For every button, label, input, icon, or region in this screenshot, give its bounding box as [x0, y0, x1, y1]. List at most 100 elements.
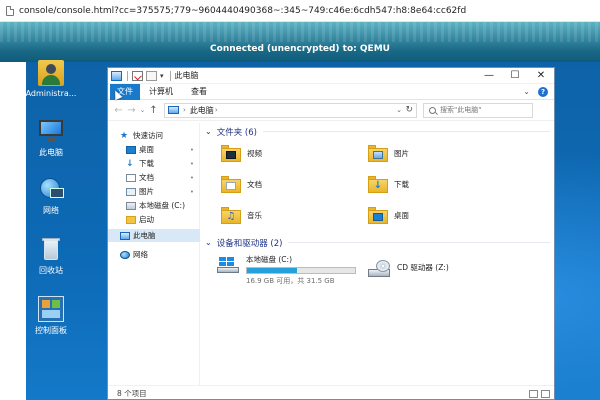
page-icon: [6, 5, 14, 16]
desktop-icon-label: 回收站: [39, 266, 63, 275]
desktop-icon: [126, 145, 136, 154]
tab-computer[interactable]: 计算机: [140, 84, 182, 100]
nav-item-label: 此电脑: [133, 231, 156, 240]
nav-item-pictures[interactable]: 图片 •: [108, 185, 200, 198]
browser-url[interactable]: console/console.html?cc=375575;779~96044…: [19, 6, 466, 16]
nav-item-quick-access[interactable]: ★ 快速访问: [108, 129, 200, 142]
network-icon: [120, 250, 130, 259]
properties-icon[interactable]: [132, 70, 143, 81]
nav-item-label: 文档: [139, 173, 154, 182]
folder-label: 文档: [247, 180, 262, 189]
nav-item-label: 桌面: [139, 145, 154, 154]
desktop-icon-recycle-bin[interactable]: 回收站: [19, 236, 83, 276]
nav-item-local-disk[interactable]: 本地磁盘 (C:): [108, 199, 200, 212]
browser-address-bar[interactable]: console/console.html?cc=375575;779~96044…: [0, 0, 600, 22]
large-icons-view-icon[interactable]: [541, 389, 550, 398]
minimize-button[interactable]: —: [476, 68, 502, 84]
tab-view[interactable]: 查看: [182, 84, 216, 100]
this-pc-icon: [38, 118, 64, 144]
breadcrumb-separator-icon[interactable]: ›: [183, 106, 186, 114]
control-panel-icon: [38, 296, 64, 322]
navigation-bar: ← → ⌄ ↑ › 此电脑 › ⌄ ↻ 搜索"此电脑": [108, 100, 554, 121]
group-header-folders[interactable]: ⌄ 文件夹 (6): [205, 125, 550, 138]
desktop-icon-this-pc[interactable]: 此电脑: [19, 118, 83, 158]
folder-icon: [126, 215, 136, 224]
collapse-chevron-icon[interactable]: ⌄: [205, 127, 212, 136]
nav-item-label: 本地磁盘 (C:): [139, 201, 185, 210]
folder-label: 视频: [247, 149, 262, 158]
downloads-folder-icon: ↓: [368, 176, 388, 193]
recent-locations-icon[interactable]: ⌄: [138, 106, 147, 114]
desktop-icon-label: Administra...: [25, 89, 77, 98]
vnc-status-bar: Connected (unencrypted) to: QEMU: [0, 22, 600, 62]
back-button[interactable]: ←: [112, 105, 125, 116]
group-header-devices[interactable]: ⌄ 设备和驱动器 (2): [205, 236, 550, 249]
pin-icon[interactable]: •: [190, 188, 194, 196]
details-view-icon[interactable]: [529, 389, 538, 398]
search-input[interactable]: 搜索"此电脑": [423, 102, 533, 118]
address-dropdown-icon[interactable]: ⌄: [396, 106, 402, 114]
nav-item-desktop[interactable]: 桌面 •: [108, 143, 200, 156]
nav-item-label: 下载: [139, 159, 154, 168]
folder-item-videos[interactable]: 视频: [221, 145, 262, 162]
up-button[interactable]: ↑: [147, 105, 160, 116]
forward-button[interactable]: →: [125, 105, 138, 116]
item-count: 8 个项目: [117, 389, 147, 398]
nav-item-label: 快速访问: [133, 131, 163, 140]
search-placeholder: 搜索"此电脑": [440, 106, 482, 114]
window-titlebar[interactable]: ▾ 此电脑 — ☐ ✕: [108, 68, 554, 84]
help-icon[interactable]: ?: [538, 86, 548, 97]
folder-item-music[interactable]: ♫ 音乐: [221, 207, 262, 224]
document-icon: [126, 173, 136, 182]
folder-item-pictures[interactable]: 图片: [368, 145, 409, 162]
this-pc-icon: [111, 70, 122, 81]
vnc-connection-status: Connected (unencrypted) to: QEMU: [210, 44, 390, 54]
desktop-icon-control-panel[interactable]: 控制面板: [19, 296, 83, 336]
folder-item-downloads[interactable]: ↓ 下载: [368, 176, 409, 193]
group-title: 文件夹 (6): [216, 127, 257, 138]
file-explorer-window[interactable]: ▾ 此电脑 — ☐ ✕ 文件 计算机 查看 ⌄ ? ← → ⌄ ↑ › 此电脑 …: [107, 67, 555, 400]
nav-item-label: 图片: [139, 187, 154, 196]
expand-ribbon-icon[interactable]: ⌄: [523, 87, 530, 96]
folder-item-documents[interactable]: 文档: [221, 176, 262, 193]
window-title: 此电脑: [174, 71, 199, 80]
collapse-chevron-icon[interactable]: ⌄: [205, 238, 212, 247]
drive-label: 本地磁盘 (C:): [246, 255, 292, 264]
group-divider: [288, 242, 550, 243]
nav-item-label: 网络: [133, 250, 148, 259]
desktop-icon-administrator[interactable]: Administra...: [19, 60, 83, 98]
ribbon-tabs: 文件 计算机 查看 ⌄ ?: [108, 83, 554, 100]
cd-drive-icon: [368, 259, 392, 279]
breadcrumb-separator-icon[interactable]: ›: [215, 106, 218, 114]
group-divider: [262, 131, 550, 132]
desktop-left-margin: [0, 62, 26, 400]
close-button[interactable]: ✕: [528, 68, 554, 84]
folder-item-desktop[interactable]: 桌面: [368, 207, 409, 224]
desktop-folder-icon: [368, 207, 388, 224]
customize-toolbar-icon[interactable]: ▾: [160, 72, 164, 80]
refresh-icon[interactable]: ↻: [405, 105, 413, 115]
navigation-pane[interactable]: ★ 快速访问 桌面 • ↓ 下载 • 文档 • 图片 • 本地磁盘 (C:) 启…: [108, 123, 200, 385]
maximize-button[interactable]: ☐: [502, 68, 528, 84]
breadcrumb-this-pc[interactable]: 此电脑: [190, 105, 214, 116]
recycle-bin-icon: [38, 236, 64, 262]
nav-item-label: 启动: [139, 215, 154, 224]
nav-item-documents[interactable]: 文档 •: [108, 171, 200, 184]
desktop-icon-network[interactable]: 网络: [19, 176, 83, 216]
content-pane[interactable]: ⌄ 文件夹 (6) 视频 图片 文档 ↓ 下载 ♫ 音乐 桌面 ⌄ 设备和驱动器…: [201, 123, 554, 385]
vnc-band-texture: [0, 22, 600, 42]
nav-item-downloads[interactable]: ↓ 下载 •: [108, 157, 200, 170]
new-folder-icon[interactable]: [146, 70, 157, 81]
drive-item-cd[interactable]: CD 驱动器 (Z:): [368, 259, 449, 279]
nav-item-network[interactable]: 网络: [108, 248, 200, 261]
video-folder-icon: [221, 145, 241, 162]
nav-item-startup[interactable]: 启动: [108, 213, 200, 226]
pin-icon[interactable]: •: [190, 160, 194, 168]
pin-icon[interactable]: •: [190, 146, 194, 154]
this-pc-icon: [168, 106, 179, 114]
nav-item-this-pc[interactable]: 此电脑: [108, 229, 200, 242]
drive-item-local-disk[interactable]: 本地磁盘 (C:) 16.9 GB 可用，共 31.5 GB: [217, 255, 356, 286]
address-bar[interactable]: › 此电脑 › ⌄ ↻: [164, 102, 417, 118]
pin-icon[interactable]: •: [190, 174, 194, 182]
folder-label: 下载: [394, 180, 409, 189]
